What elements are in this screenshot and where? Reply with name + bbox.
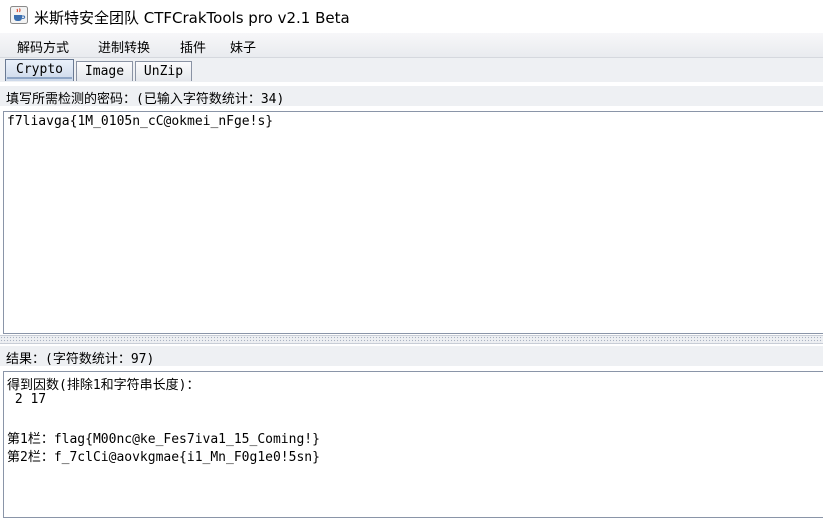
result-line: 第1栏：flag{M00nc@ke_Fes7iva1_15_Coming!} bbox=[7, 432, 320, 447]
input-label: 填写所需检测的密码：(已输入字符数统计：34) bbox=[6, 92, 285, 107]
result-line: 2 17 bbox=[7, 392, 47, 407]
tab-unzip[interactable]: UnZip bbox=[135, 61, 192, 81]
cipher-input-value: f7liavga{1M_0105n_cC@okmei_nFge!s} bbox=[7, 114, 274, 129]
cipher-input[interactable]: f7liavga{1M_0105n_cC@okmei_nFge!s} bbox=[3, 111, 823, 334]
java-coffee-cup-icon bbox=[10, 6, 28, 24]
tab-crypto[interactable]: Crypto bbox=[5, 59, 74, 81]
result-label-row: 结果：(字符数统计：97) bbox=[0, 346, 823, 367]
menu-base-conversion[interactable]: 进制转换 bbox=[98, 37, 150, 56]
tab-image[interactable]: Image bbox=[76, 61, 133, 81]
window-title: 米斯特安全团队 CTFCrakTools pro v2.1 Beta bbox=[34, 9, 350, 27]
menu-bar: 解码方式 进制转换 插件 妹子 bbox=[0, 33, 823, 58]
tab-strip: Crypto Image UnZip bbox=[0, 58, 823, 82]
result-label: 结果：(字符数统计：97) bbox=[6, 352, 155, 367]
menu-decode-method[interactable]: 解码方式 bbox=[17, 37, 69, 56]
split-pane-divider[interactable] bbox=[0, 335, 823, 344]
menu-girl[interactable]: 妹子 bbox=[230, 37, 256, 56]
result-line: 得到因数(排除1和字符串长度)： bbox=[7, 378, 200, 393]
result-output[interactable]: 得到因数(排除1和字符串长度)： 2 17 第1栏：flag{M00nc@ke_… bbox=[3, 371, 823, 518]
result-line: 第2栏：f_7clCi@aovkgmae{i1_Mn_F0g1e0!5sn} bbox=[7, 450, 320, 465]
title-bar[interactable]: 米斯特安全团队 CTFCrakTools pro v2.1 Beta bbox=[0, 0, 823, 33]
input-label-row: 填写所需检测的密码：(已输入字符数统计：34) bbox=[0, 86, 823, 107]
menu-plugins[interactable]: 插件 bbox=[180, 37, 206, 56]
